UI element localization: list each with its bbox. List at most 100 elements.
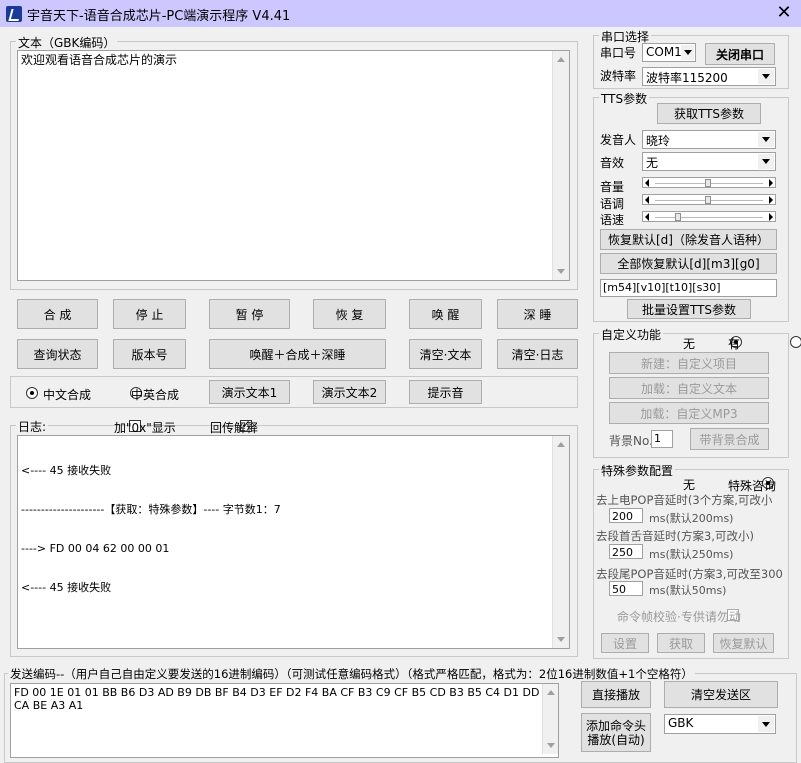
port-label: 串口号	[600, 46, 637, 60]
wake-synth-sleep-button[interactable]: 唤醒＋合成＋深睡	[209, 339, 386, 369]
synth-mode-group	[10, 376, 578, 408]
log-line: ---------------------【获取：特殊参数】---- 字节数1：…	[21, 503, 281, 516]
slider-right-icon[interactable]	[769, 213, 773, 221]
wake-button[interactable]: 唤 醒	[409, 299, 482, 329]
pitch-slider[interactable]	[642, 194, 776, 205]
chevron-down-icon[interactable]	[758, 69, 774, 84]
scroll-down-icon[interactable]	[547, 743, 555, 748]
special-group-label: 特殊参数配置	[599, 462, 676, 479]
pop-power-label: 去上电POP音延时(3个方案,可改小	[596, 493, 773, 507]
slider-right-icon[interactable]	[769, 179, 773, 187]
send-input[interactable]: FD 00 1E 01 01 BB B6 D3 AD B9 DB BF B4 D…	[10, 683, 559, 758]
load-custom-mp3-button[interactable]: 加载：自定义MP3	[609, 402, 769, 424]
log-line: <---- 45 接收失败	[21, 581, 112, 594]
bg-number-input[interactable]: 1	[651, 430, 673, 448]
restore-all-button[interactable]: 全部恢复默认[d][m3][g0]	[600, 253, 777, 274]
text-scrollbar[interactable]	[552, 51, 569, 280]
encoding-value: GBK	[668, 716, 694, 730]
restore-default-button[interactable]: 恢复默认[d]（除发音人语种）	[600, 229, 777, 250]
head-tongue-input[interactable]: 250	[609, 544, 643, 559]
batch-set-button[interactable]: 批量设置TTS参数	[627, 299, 751, 319]
slider-left-icon[interactable]	[645, 196, 649, 204]
chinese-english-label: 中英合成	[131, 388, 180, 402]
baud-select[interactable]: 波特率115200	[642, 67, 776, 86]
new-custom-item-button[interactable]: 新建：自定义项目	[609, 352, 769, 374]
volume-label: 音量	[600, 180, 625, 194]
bg-synth-button[interactable]: 带背景合成	[690, 428, 769, 450]
volume-slider-thumb[interactable]	[705, 179, 711, 187]
send-scrollbar[interactable]	[542, 684, 558, 754]
scroll-down-icon[interactable]	[557, 269, 565, 274]
chevron-down-icon[interactable]	[758, 716, 774, 732]
pitch-slider-thumb[interactable]	[705, 196, 711, 204]
scroll-up-icon[interactable]	[557, 57, 565, 62]
baud-label: 波特率	[600, 69, 637, 83]
send-group-label: 发送编码--（用户自己自由定义要发送的16进制编码）（可测试任意编码格式）（格式…	[8, 666, 695, 682]
chevron-down-icon[interactable]	[681, 45, 694, 60]
pitch-label: 语调	[600, 197, 625, 211]
custom-have-label: 有	[728, 337, 741, 351]
slider-right-icon[interactable]	[769, 196, 773, 204]
synthesize-button[interactable]: 合 成	[17, 299, 98, 329]
chevron-down-icon[interactable]	[758, 132, 774, 147]
tail-pop-label: 去段尾POP音延时(方案3,可改至300	[596, 567, 783, 581]
speed-slider-thumb[interactable]	[675, 213, 681, 221]
deep-sleep-button[interactable]: 深 睡	[497, 299, 578, 329]
baud-value: 波特率115200	[646, 71, 728, 85]
scroll-up-icon[interactable]	[547, 690, 555, 695]
special-restore-button[interactable]: 恢复默认	[713, 633, 774, 653]
special-set-button[interactable]: 设置	[601, 633, 649, 653]
demo-text-2-button[interactable]: 演示文本2	[313, 380, 386, 404]
stop-button[interactable]: 停 止	[113, 299, 186, 329]
get-tts-params-button[interactable]: 获取TTS参数	[657, 103, 761, 124]
clear-text-button[interactable]: 清空·文本	[409, 339, 482, 369]
speaker-select[interactable]: 晓玲	[642, 130, 776, 149]
speed-slider[interactable]	[642, 211, 776, 222]
close-port-button[interactable]: 关闭串口	[705, 43, 775, 65]
resume-button[interactable]: 恢 复	[313, 299, 386, 329]
clear-log-button[interactable]: 清空·日志	[497, 339, 578, 369]
window-title: 宇音天下-语音合成芯片-PC端演示程序 V4.41	[27, 9, 291, 24]
scroll-down-icon[interactable]	[557, 637, 565, 642]
add-header-play-line1: 添加命令头	[585, 718, 646, 733]
special-get-button[interactable]: 获取	[657, 633, 705, 653]
version-button[interactable]: 版本号	[113, 339, 186, 369]
chinese-synth-label: 中文合成	[43, 388, 92, 402]
effect-value: 无	[646, 156, 659, 170]
slider-left-icon[interactable]	[645, 179, 649, 187]
speaker-value: 晓玲	[646, 134, 671, 148]
chevron-down-icon[interactable]	[758, 154, 774, 169]
speed-label: 语速	[600, 213, 625, 227]
demo-text-1-button[interactable]: 演示文本1	[209, 380, 290, 404]
scroll-up-icon[interactable]	[557, 442, 565, 447]
pause-button[interactable]: 暂 停	[209, 299, 290, 329]
log-line: ----> FD 00 04 62 00 00 01	[21, 542, 170, 555]
close-icon[interactable]: ✕	[772, 2, 796, 24]
play-direct-button[interactable]: 直接播放	[581, 681, 651, 708]
effect-select[interactable]: 无	[642, 152, 776, 171]
query-status-button[interactable]: 查询状态	[17, 339, 98, 369]
volume-slider[interactable]	[642, 177, 776, 188]
encoding-select[interactable]: GBK	[664, 714, 776, 734]
text-input[interactable]: 欢迎观看语音合成芯片的演示	[17, 50, 570, 281]
load-custom-text-button[interactable]: 加载：自定义文本	[609, 377, 769, 399]
port-select[interactable]: COM11	[642, 43, 696, 62]
chinese-synth-radio[interactable]	[26, 387, 38, 399]
add-header-play-line2: 播放(自动)	[587, 732, 645, 747]
clear-send-button[interactable]: 清空发送区	[664, 681, 778, 708]
param-string-input[interactable]: [m54][v10][t10][s30]	[600, 279, 777, 297]
app-logo-icon	[6, 6, 22, 22]
prompt-tone-button[interactable]: 提示音	[409, 380, 482, 404]
slider-left-icon[interactable]	[645, 213, 649, 221]
tail-pop-input[interactable]: 50	[609, 581, 643, 596]
pop-power-input[interactable]: 200	[609, 508, 643, 523]
log-output: <---- 45 接收失败 ---------------------【获取：特…	[17, 435, 570, 649]
head-tongue-label: 去段首舌音延时(方案3,可改小)	[596, 529, 754, 543]
add-header-play-button[interactable]: 添加命令头 播放(自动)	[581, 713, 651, 752]
log-line: <---- 45 接收失败	[21, 464, 112, 477]
cmd-check-label: 命令帧校验·专供请勿动	[617, 610, 741, 624]
log-scrollbar[interactable]	[552, 436, 569, 648]
tail-pop-unit: ms(默认50ms)	[649, 584, 727, 597]
custom-have-radio[interactable]	[790, 336, 801, 348]
text-group-label: 文本（GBK编码）	[16, 34, 118, 51]
